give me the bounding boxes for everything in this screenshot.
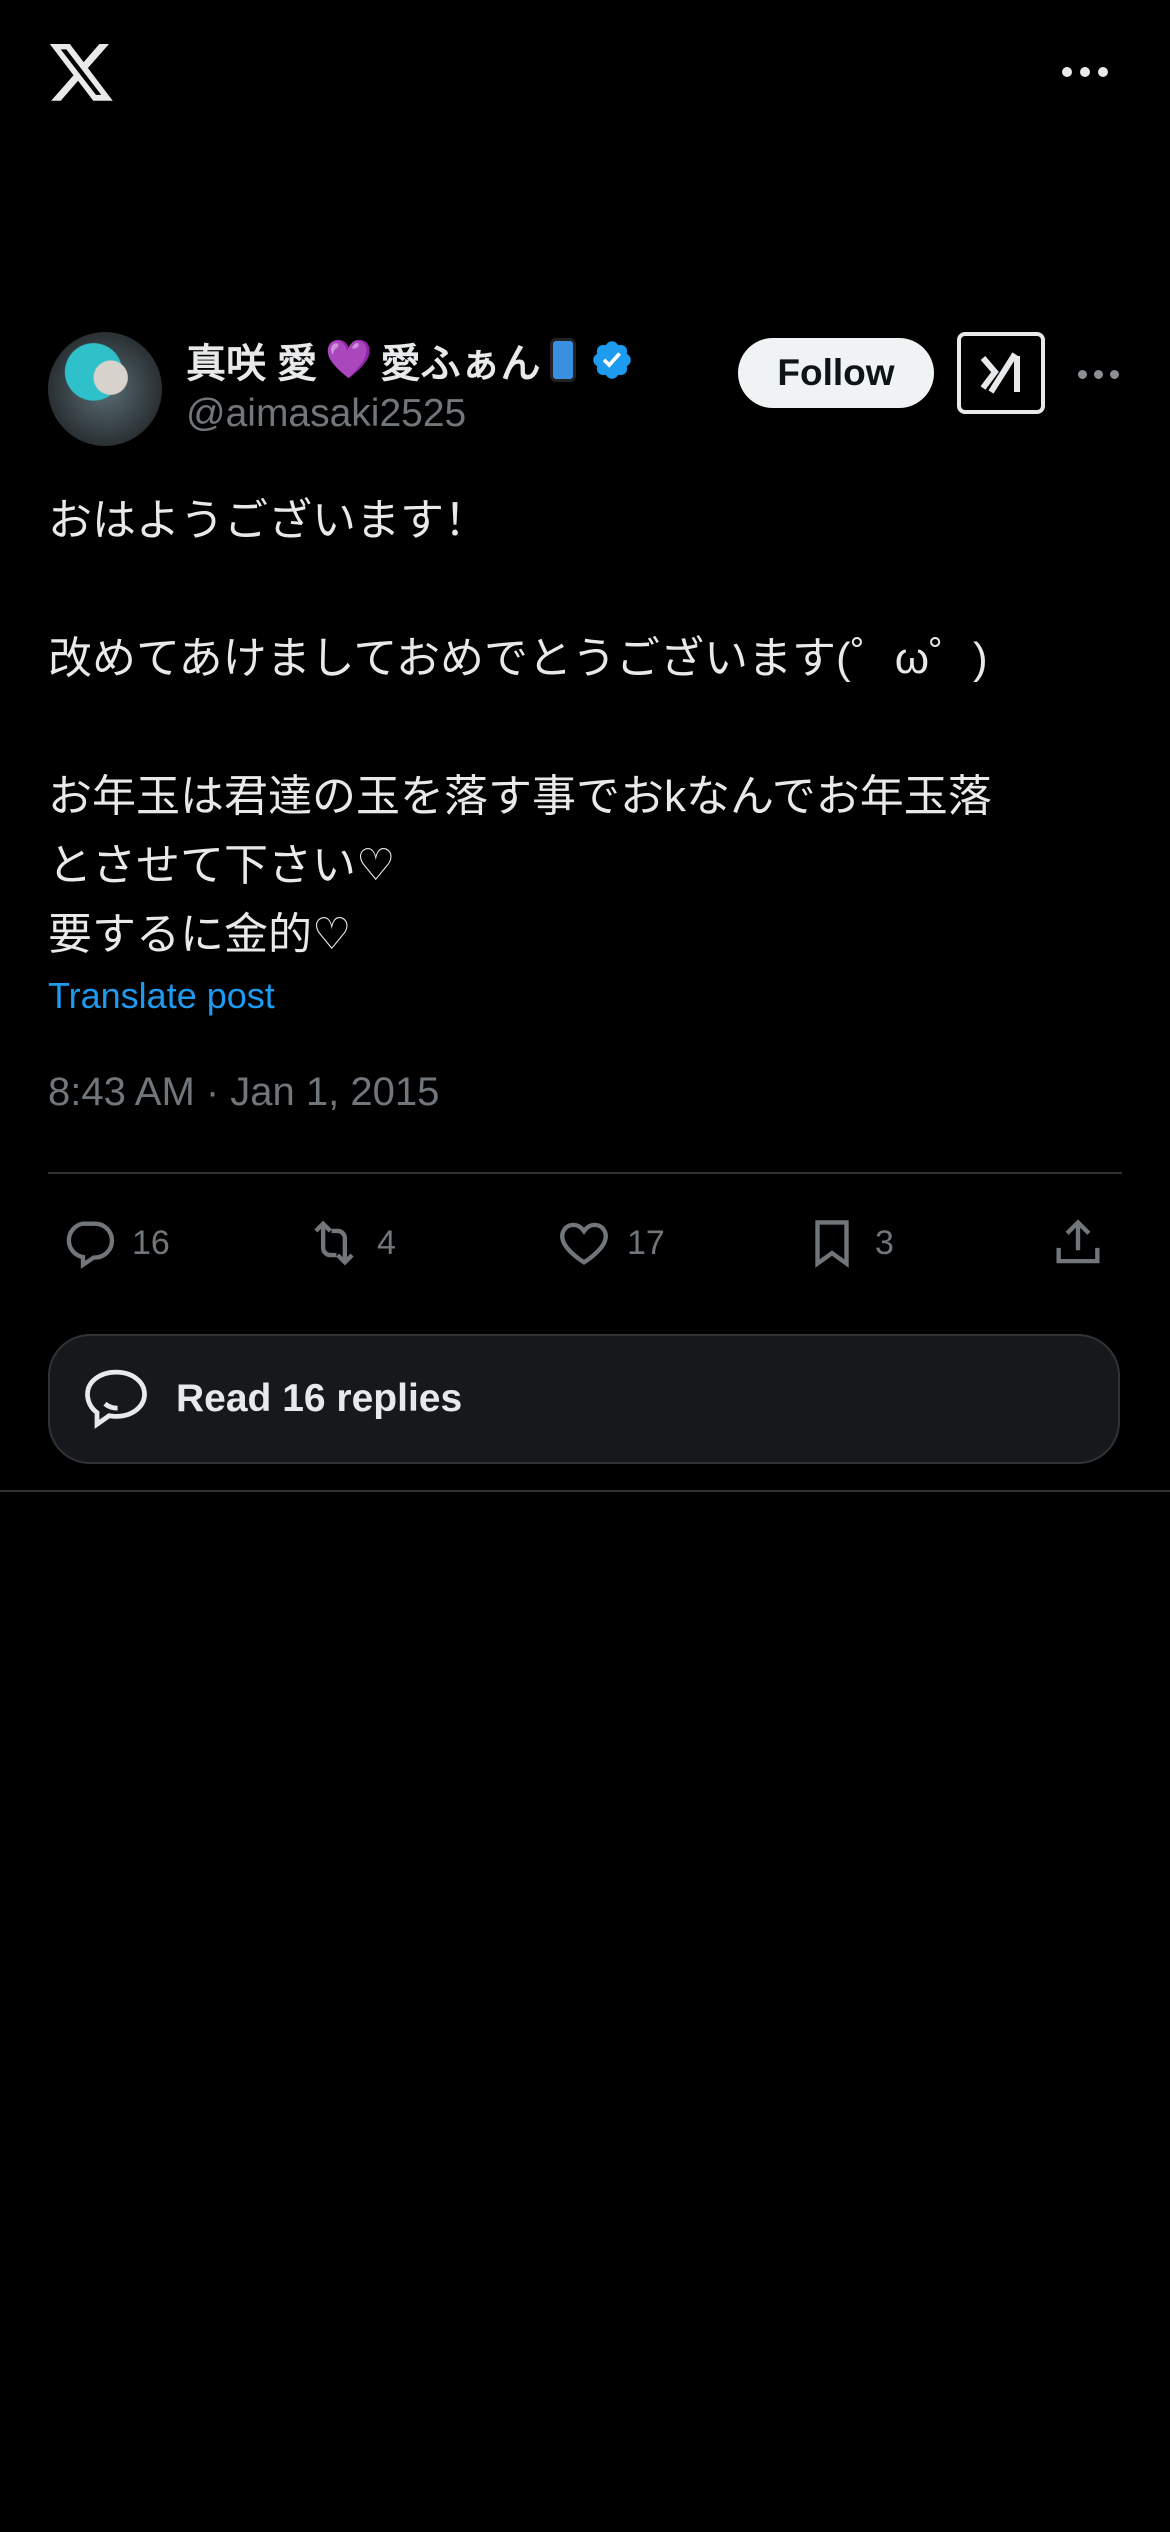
avatar[interactable] — [48, 332, 162, 446]
verified-badge-icon — [593, 341, 632, 379]
divider — [0, 1490, 1170, 1492]
reply-count: 16 — [132, 1223, 170, 1262]
like-count: 17 — [627, 1223, 665, 1262]
repost-count: 4 — [377, 1223, 396, 1262]
read-replies-label: Read 16 replies — [176, 1377, 463, 1420]
repost-action[interactable]: 4 — [305, 1210, 396, 1276]
share-action[interactable] — [1049, 1210, 1107, 1276]
bookmark-icon — [815, 1220, 849, 1268]
heart-icon — [560, 1222, 608, 1265]
bookmark-action[interactable]: 3 — [803, 1210, 894, 1276]
share-icon — [1056, 1219, 1100, 1264]
more-horizontal-icon[interactable] — [1062, 64, 1108, 80]
x-logo-icon[interactable] — [48, 40, 114, 104]
display-name-part2: 愛ふぁん — [380, 342, 541, 386]
post-text: おはようございます！ 改めてあけましておめでとうございます(゜ω゜) お年玉は君… — [48, 496, 992, 959]
translate-post-link[interactable]: Translate post — [48, 975, 275, 1017]
mobile-phone-icon — [550, 338, 577, 382]
grok-button[interactable] — [957, 332, 1045, 414]
divider — [48, 1172, 1122, 1174]
post-timestamp[interactable]: 8:43 AM · Jan 1, 2015 — [48, 1070, 439, 1115]
author-handle[interactable]: @aimasaki2525 — [186, 392, 466, 436]
repost-icon — [314, 1220, 354, 1266]
read-replies-button[interactable]: Read 16 replies — [48, 1334, 1120, 1464]
grok-icon — [980, 352, 1020, 394]
bookmark-count: 3 — [875, 1223, 894, 1262]
conversation-icon — [85, 1369, 147, 1429]
post-more-icon[interactable] — [1078, 368, 1120, 382]
reply-action[interactable]: 16 — [60, 1210, 170, 1276]
display-name-part1: 真咲 愛 — [186, 342, 318, 386]
author-name-row[interactable]: 真咲 愛 💜 愛ふぁん — [186, 330, 634, 390]
purple-heart-emoji: 💜 — [325, 339, 373, 381]
follow-button[interactable]: Follow — [738, 338, 934, 408]
like-action[interactable]: 17 — [555, 1210, 665, 1276]
reply-icon — [66, 1221, 115, 1269]
top-bar — [0, 0, 1170, 150]
